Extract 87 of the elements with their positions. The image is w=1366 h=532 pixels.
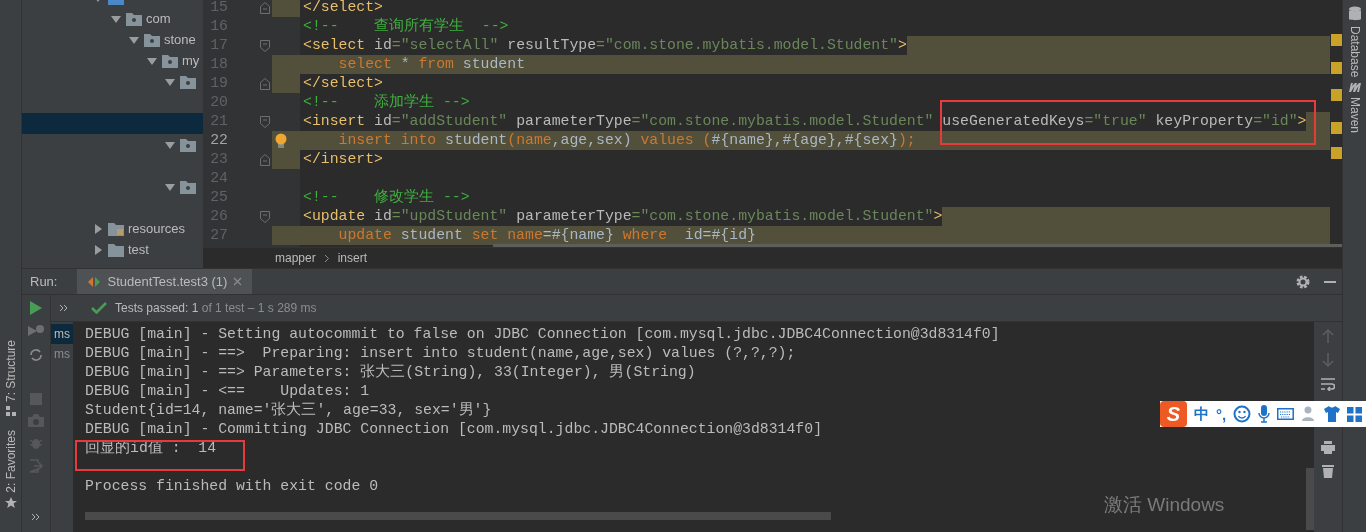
fold-marker-icon[interactable]	[260, 210, 270, 223]
fold-marker-icon[interactable]	[260, 115, 270, 128]
line-number: 22	[209, 131, 229, 150]
code-line: insert into student(name,age,sex) values (#{name},#{age},#{sex});	[337, 131, 916, 150]
code-line: <insert id="addStudent" parameterType="com.stone.mybatis.model.Student" useGeneratedKeys="true" keyProperty="id">	[303, 112, 1307, 131]
close-icon[interactable]	[233, 277, 243, 286]
scrollbar[interactable]	[1306, 468, 1314, 530]
tree-item-label[interactable]: test	[128, 242, 149, 257]
change-marker-icon[interactable]	[1331, 122, 1342, 134]
star-icon[interactable]	[4, 496, 17, 509]
print-icon[interactable]	[1321, 441, 1335, 454]
activation-notice: 激活 Windows	[1104, 493, 1225, 517]
tool-window-tab[interactable]: Maven	[1347, 97, 1362, 134]
tool-window-tab[interactable]: 7: Structure	[3, 340, 18, 403]
console-line: DEBUG [main] - Committing JDBC Connection [com.mysql.jdbc.JDBC4Connection@3d8314f0]	[85, 420, 822, 439]
package-folder-icon	[162, 53, 178, 68]
play-icon[interactable]	[30, 301, 42, 315]
lightbulb-icon[interactable]	[275, 132, 287, 149]
collapsed-arrow-icon[interactable]	[92, 222, 104, 235]
code-line: </select>	[303, 0, 383, 17]
console-line: DEBUG [main] - Setting autocommit to false on JDBC Connection [com.mysql.jdbc.JDBC4Connection@3d8314f0]	[85, 325, 1000, 344]
resources-folder-icon	[108, 221, 124, 236]
change-marker-icon[interactable]	[1331, 34, 1342, 46]
minimize-icon[interactable]	[1324, 280, 1336, 283]
breadcrumb-item[interactable]: mapper	[275, 251, 316, 266]
code-line: <select id="selectAll" resultType="com.stone.mybatis.model.Student">	[303, 36, 907, 55]
soft-wrap-icon[interactable]	[1321, 377, 1335, 391]
code-line: </select>	[303, 74, 383, 93]
package-folder-icon	[180, 137, 196, 152]
fold-marker-icon[interactable]	[260, 39, 270, 52]
more-icon[interactable]	[31, 513, 41, 521]
keyboard-icon[interactable]	[1277, 408, 1295, 420]
console-line: DEBUG [main] - ==> Parameters: 张大三(String), 33(Integer), 男(String)	[85, 363, 696, 382]
code-line: select * from student	[337, 55, 525, 74]
maven-icon[interactable]	[1347, 81, 1362, 94]
tree-item-label[interactable]: com	[146, 11, 171, 26]
breadcrumb-item[interactable]: insert	[337, 251, 368, 266]
collapsed-arrow-icon[interactable]	[92, 243, 104, 256]
code-line: </insert>	[303, 150, 383, 169]
package-folder-icon	[144, 32, 160, 47]
scrollbar[interactable]	[85, 512, 831, 520]
trash-icon[interactable]	[1322, 464, 1334, 478]
structure-icon[interactable]	[5, 406, 16, 417]
code-line: <update id="updStudent" parameterType="com.stone.mybatis.model.Student">	[303, 207, 943, 226]
settings-icon[interactable]	[1296, 274, 1310, 289]
tree-item-label[interactable]: resources	[128, 221, 186, 236]
grid-icon[interactable]	[1347, 406, 1362, 422]
package-folder-icon	[180, 74, 196, 89]
tool-window-tab[interactable]: Database	[1347, 26, 1362, 78]
tree-item-label[interactable]: stone	[164, 32, 196, 47]
console-line: DEBUG [main] - <== Updates: 1	[85, 382, 370, 401]
change-marker-icon[interactable]	[1331, 147, 1342, 159]
change-marker-icon[interactable]	[1331, 89, 1342, 101]
smiley-icon[interactable]	[1233, 405, 1252, 423]
scrollbar[interactable]	[493, 244, 1342, 248]
console-line: DEBUG [main] - ==> Preparing: insert into student(name,age,sex) values (?,?,?);	[85, 344, 796, 363]
fold-marker-icon[interactable]	[260, 1, 270, 14]
test-run-icon	[87, 275, 102, 288]
run-tab[interactable]: StudentTest.test3 (1)	[77, 269, 253, 294]
exit-message: Process finished with exit code 0	[85, 477, 379, 496]
ime-mode-toggle[interactable]: 中	[1193, 404, 1209, 424]
expand-icon[interactable]	[59, 304, 69, 312]
fold-marker-icon[interactable]	[260, 77, 270, 90]
console-line: Student{id=14, name='张大三', age=33, sex='男'}	[85, 401, 492, 420]
database-icon[interactable]	[1347, 6, 1362, 22]
tree-item-label[interactable]: my	[182, 53, 200, 68]
check-icon	[91, 302, 107, 314]
chevron-icon	[323, 253, 330, 263]
change-marker-icon[interactable]	[1331, 62, 1342, 74]
test-summary: Tests passed: 1 of 1 test – 1 s 289 ms	[115, 301, 317, 315]
fold-marker-icon[interactable]	[260, 153, 270, 166]
toggle-icon[interactable]	[28, 347, 44, 363]
test-duration[interactable]: ms	[51, 344, 73, 364]
package-folder-icon	[126, 11, 142, 26]
test-duration[interactable]: ms	[51, 324, 73, 344]
code-line: <!-- 添加学生 -->	[303, 93, 470, 112]
package-folder-icon	[180, 179, 196, 194]
tool-window-tab[interactable]: 2: Favorites	[3, 430, 18, 493]
microphone-icon[interactable]	[1258, 405, 1271, 423]
punctuation-toggle[interactable]: °,	[1215, 405, 1227, 423]
code-line: <!-- 修改学生 -->	[303, 188, 470, 207]
rerun-failed-icon[interactable]	[28, 324, 44, 338]
code-line: update student set name=#{name} where id=#{id}	[337, 226, 756, 245]
run-label: Run:	[30, 274, 58, 289]
ime-logo[interactable]: S	[1160, 401, 1187, 427]
shirt-icon[interactable]	[1324, 406, 1341, 422]
code-line: <!-- 查询所有学生 -->	[303, 17, 509, 36]
